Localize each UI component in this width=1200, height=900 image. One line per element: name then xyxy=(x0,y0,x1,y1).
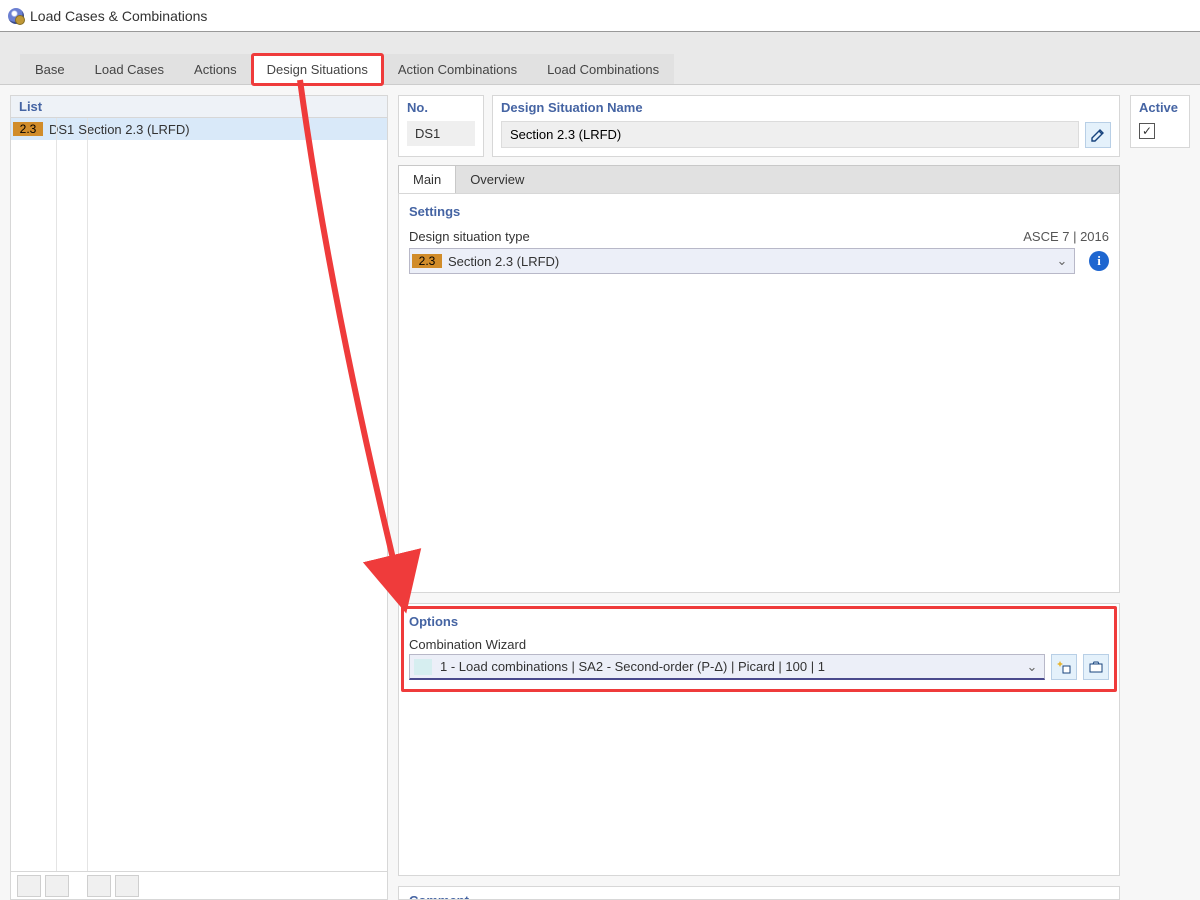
tab-actions[interactable]: Actions xyxy=(179,54,252,84)
comment-title: Comment xyxy=(409,893,1109,900)
row-label: Section 2.3 (LRFD) xyxy=(78,122,189,137)
ds-type-select[interactable]: 2.3 Section 2.3 (LRFD) ⌄ xyxy=(409,248,1075,274)
comment-panel: Comment xyxy=(398,886,1120,900)
active-box: Active ✓ xyxy=(1130,95,1190,148)
tab-load-combinations-label: Load Combinations xyxy=(547,62,659,77)
toolbar-btn-2[interactable] xyxy=(45,875,69,897)
standard-label: ASCE 7 | 2016 xyxy=(1023,229,1109,244)
tab-action-combinations-label: Action Combinations xyxy=(398,62,517,77)
wizard-edit-button[interactable] xyxy=(1083,654,1109,680)
list-toolbar xyxy=(11,871,387,899)
tab-design-situations[interactable]: Design Situations xyxy=(252,54,383,85)
name-label: Design Situation Name xyxy=(493,96,1119,121)
toolbar-btn-3[interactable] xyxy=(87,875,111,897)
info-icon[interactable]: i xyxy=(1089,251,1109,271)
subtab-overview-label: Overview xyxy=(470,172,524,187)
tab-load-cases[interactable]: Load Cases xyxy=(80,54,179,84)
name-input[interactable] xyxy=(501,121,1079,148)
list-panel-header: List xyxy=(11,96,387,118)
no-label: No. xyxy=(399,96,483,121)
window-title: Load Cases & Combinations xyxy=(30,8,207,24)
tab-base-label: Base xyxy=(35,62,65,77)
list-panel: List 2.3 DS1 Section 2.3 (LRFD) xyxy=(10,95,388,900)
wizard-new-button[interactable] xyxy=(1051,654,1077,680)
options-panel: Options Combination Wizard 1 - Load comb… xyxy=(398,603,1120,876)
active-checkbox[interactable]: ✓ xyxy=(1139,123,1155,139)
wizard-value: 1 - Load combinations | SA2 - Second-ord… xyxy=(440,659,825,674)
ds-type-label: Design situation type ASCE 7 | 2016 xyxy=(409,229,1109,244)
no-value: DS1 xyxy=(407,121,475,146)
tab-load-combinations[interactable]: Load Combinations xyxy=(532,54,674,84)
app-icon xyxy=(8,8,24,24)
subtab-main[interactable]: Main xyxy=(399,166,456,193)
name-box: Design Situation Name xyxy=(492,95,1120,157)
settings-title: Settings xyxy=(409,204,1109,219)
subtab-overview[interactable]: Overview xyxy=(456,166,538,193)
wizard-label: Combination Wizard xyxy=(409,637,1109,652)
titlebar: Load Cases & Combinations xyxy=(0,0,1200,32)
edit-name-button[interactable] xyxy=(1085,122,1111,148)
active-label: Active xyxy=(1131,96,1189,121)
subtabs: Main Overview xyxy=(398,165,1120,193)
subtab-main-label: Main xyxy=(413,172,441,187)
list-body: 2.3 DS1 Section 2.3 (LRFD) xyxy=(11,118,387,871)
chevron-down-icon: ⌄ xyxy=(1054,253,1070,269)
tab-design-situations-label: Design Situations xyxy=(267,62,368,77)
wizard-select[interactable]: 1 - Load combinations | SA2 - Second-ord… xyxy=(409,654,1045,680)
ds-type-value: Section 2.3 (LRFD) xyxy=(448,254,559,269)
tab-action-combinations[interactable]: Action Combinations xyxy=(383,54,532,84)
options-title: Options xyxy=(409,614,1109,629)
settings-panel: Settings Design situation type ASCE 7 | … xyxy=(398,193,1120,593)
ds-type-badge: 2.3 xyxy=(412,254,442,268)
wizard-color-swatch xyxy=(414,659,432,675)
main-tabstrip: Base Load Cases Actions Design Situation… xyxy=(20,53,1200,84)
toolbar-btn-1[interactable] xyxy=(17,875,41,897)
chevron-down-icon: ⌄ xyxy=(1024,659,1040,675)
tab-load-cases-label: Load Cases xyxy=(95,62,164,77)
list-row[interactable]: 2.3 DS1 Section 2.3 (LRFD) xyxy=(11,118,387,140)
pencil-icon xyxy=(1090,127,1106,143)
tab-base[interactable]: Base xyxy=(20,54,80,84)
folder-open-icon xyxy=(1089,660,1103,674)
ds-type-label-text: Design situation type xyxy=(409,229,530,244)
row-badge: 2.3 xyxy=(13,122,43,136)
sparkle-new-icon xyxy=(1057,660,1071,674)
no-box: No. DS1 xyxy=(398,95,484,157)
tab-actions-label: Actions xyxy=(194,62,237,77)
row-code: DS1 xyxy=(49,122,74,137)
toolbar-btn-4[interactable] xyxy=(115,875,139,897)
